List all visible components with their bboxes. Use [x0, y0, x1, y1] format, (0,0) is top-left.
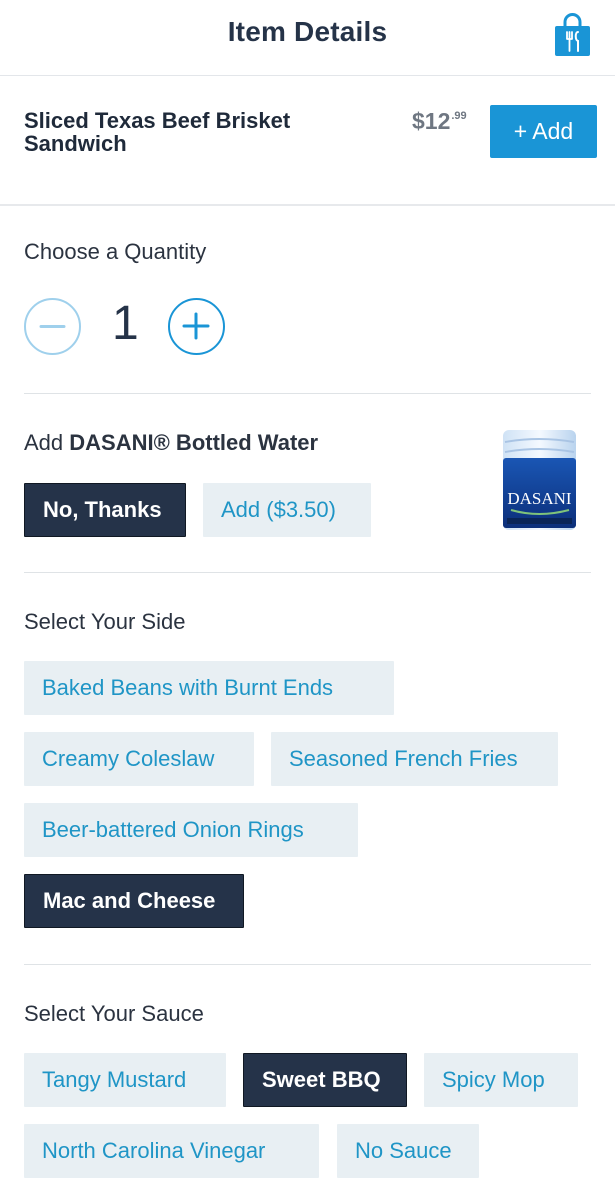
plus-circle-icon[interactable] — [168, 298, 225, 355]
item-price: $12.99 — [412, 108, 467, 135]
sauce-option-tangy-mustard[interactable]: Tangy Mustard — [24, 1053, 226, 1107]
water-label: Add DASANI® Bottled Water — [24, 430, 318, 456]
water-label-prefix: Add — [24, 430, 70, 455]
item-name: Sliced Texas Beef Brisket Sandwich — [24, 108, 291, 156]
dasani-bottle-image: DASANI — [503, 430, 576, 530]
water-label-product: DASANI® Bottled Water — [69, 430, 319, 455]
sauce-option-sweet-bbq[interactable]: Sweet BBQ — [243, 1053, 407, 1107]
side-option-baked-beans[interactable]: Baked Beans with Burnt Ends — [24, 661, 394, 715]
side-label: Select Your Side — [24, 609, 186, 634]
water-option-no-thanks[interactable]: No, Thanks — [24, 483, 186, 537]
price-dollars: $12 — [412, 108, 451, 134]
side-option-mac-and-cheese[interactable]: Mac and Cheese — [24, 874, 244, 928]
sauce-label: Select Your Sauce — [24, 1001, 204, 1026]
divider — [24, 393, 591, 394]
price-cents: .99 — [451, 110, 467, 122]
divider — [24, 964, 591, 965]
side-option-french-fries[interactable]: Seasoned French Fries — [271, 732, 558, 786]
minus-circle-icon[interactable] — [24, 298, 81, 355]
bottle-brand-text: DASANI — [507, 489, 572, 508]
sauce-option-spicy-mop[interactable]: Spicy Mop — [424, 1053, 578, 1107]
sauce-option-nc-vinegar[interactable]: North Carolina Vinegar — [24, 1124, 319, 1178]
quantity-label: Choose a Quantity — [24, 239, 207, 264]
quantity-value: 1 — [112, 297, 139, 350]
side-option-onion-rings[interactable]: Beer-battered Onion Rings — [24, 803, 358, 857]
divider — [24, 572, 591, 573]
shopping-bag-icon[interactable] — [554, 13, 591, 57]
page-title: Item Details — [227, 16, 388, 47]
side-option-coleslaw[interactable]: Creamy Coleslaw — [24, 732, 254, 786]
header-bar: Item Details — [0, 0, 615, 76]
sauce-option-no-sauce[interactable]: No Sauce — [337, 1124, 479, 1178]
water-option-add[interactable]: Add ($3.50) — [203, 483, 371, 537]
item-summary: Sliced Texas Beef Brisket Sandwich $12.9… — [0, 77, 615, 206]
add-to-cart-button[interactable]: + Add — [490, 105, 597, 158]
